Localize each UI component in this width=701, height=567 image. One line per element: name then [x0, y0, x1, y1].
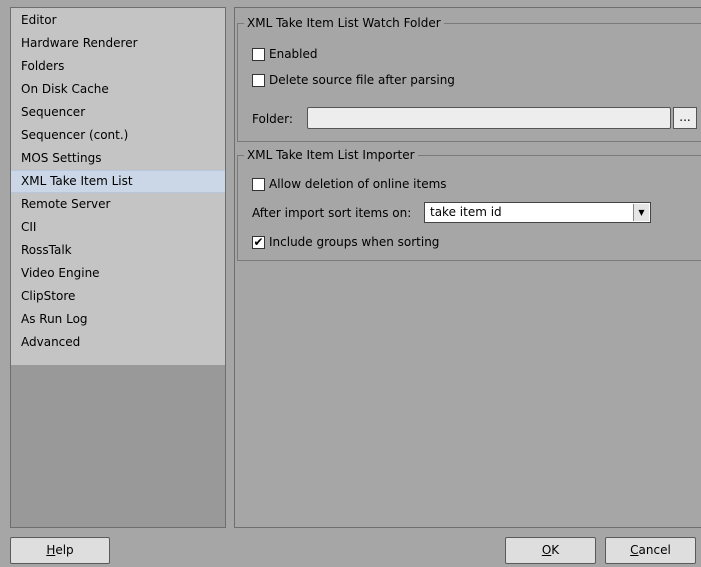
sidebar-item-video-engine[interactable]: Video Engine — [11, 262, 225, 285]
sidebar-item-remote-server[interactable]: Remote Server — [11, 193, 225, 216]
importer-group-title: XML Take Item List Importer — [244, 147, 418, 163]
sidebar-item-rosstalk[interactable]: RossTalk — [11, 239, 225, 262]
include-groups-checkbox-row[interactable]: ✔ Include groups when sorting — [252, 234, 439, 250]
enabled-checkbox-row[interactable]: Enabled — [252, 46, 318, 62]
sidebar-item-cii[interactable]: CII — [11, 216, 225, 239]
importer-group: XML Take Item List Importer Allow deleti… — [237, 147, 701, 261]
sidebar-item-xml-take-item-list[interactable]: XML Take Item List — [11, 170, 225, 193]
allow-deletion-checkbox[interactable] — [252, 177, 265, 191]
checkmark-icon: ✔ — [253, 234, 264, 249]
sidebar-item-on-disk-cache[interactable]: On Disk Cache — [11, 78, 225, 101]
sidebar-item-folders[interactable]: Folders — [11, 55, 225, 78]
sort-items-label: After import sort items on: — [252, 206, 412, 220]
browse-folder-button[interactable]: ... — [673, 107, 697, 129]
enabled-checkbox[interactable] — [252, 47, 265, 61]
chevron-down-icon[interactable]: ▼ — [633, 204, 649, 221]
sidebar-item-advanced[interactable]: Advanced — [11, 331, 225, 354]
include-groups-checkbox[interactable]: ✔ — [252, 234, 265, 249]
sidebar-item-hardware-renderer[interactable]: Hardware Renderer — [11, 32, 225, 55]
enabled-label: Enabled — [269, 47, 318, 61]
sidebar-item-sequencer-cont[interactable]: Sequencer (cont.) — [11, 124, 225, 147]
delete-source-label: Delete source file after parsing — [269, 73, 455, 87]
sidebar-item-editor[interactable]: Editor — [11, 9, 225, 32]
delete-source-checkbox-row[interactable]: Delete source file after parsing — [252, 72, 455, 88]
include-groups-label: Include groups when sorting — [269, 235, 440, 249]
help-button[interactable]: Help — [10, 537, 110, 564]
watch-folder-group-title: XML Take Item List Watch Folder — [244, 15, 444, 31]
sort-items-select[interactable]: take item id ▼ — [424, 202, 651, 223]
sidebar-item-clipstore[interactable]: ClipStore — [11, 285, 225, 308]
settings-category-panel: Editor Hardware Renderer Folders On Disk… — [10, 7, 226, 528]
settings-content-panel: XML Take Item List Watch Folder Enabled … — [234, 7, 701, 528]
watch-folder-group: XML Take Item List Watch Folder Enabled … — [237, 15, 701, 142]
allow-deletion-label: Allow deletion of online items — [269, 177, 447, 191]
folder-input[interactable] — [307, 107, 671, 129]
cancel-button[interactable]: Cancel — [605, 537, 696, 564]
settings-category-list: Editor Hardware Renderer Folders On Disk… — [11, 8, 225, 365]
sort-items-value: take item id — [430, 205, 502, 219]
allow-deletion-checkbox-row[interactable]: Allow deletion of online items — [252, 176, 447, 192]
delete-source-checkbox[interactable] — [252, 73, 265, 87]
folder-label: Folder: — [252, 112, 293, 126]
sidebar-item-sequencer[interactable]: Sequencer — [11, 101, 225, 124]
sidebar-item-as-run-log[interactable]: As Run Log — [11, 308, 225, 331]
ok-button[interactable]: OK — [505, 537, 596, 564]
sidebar-item-mos-settings[interactable]: MOS Settings — [11, 147, 225, 170]
